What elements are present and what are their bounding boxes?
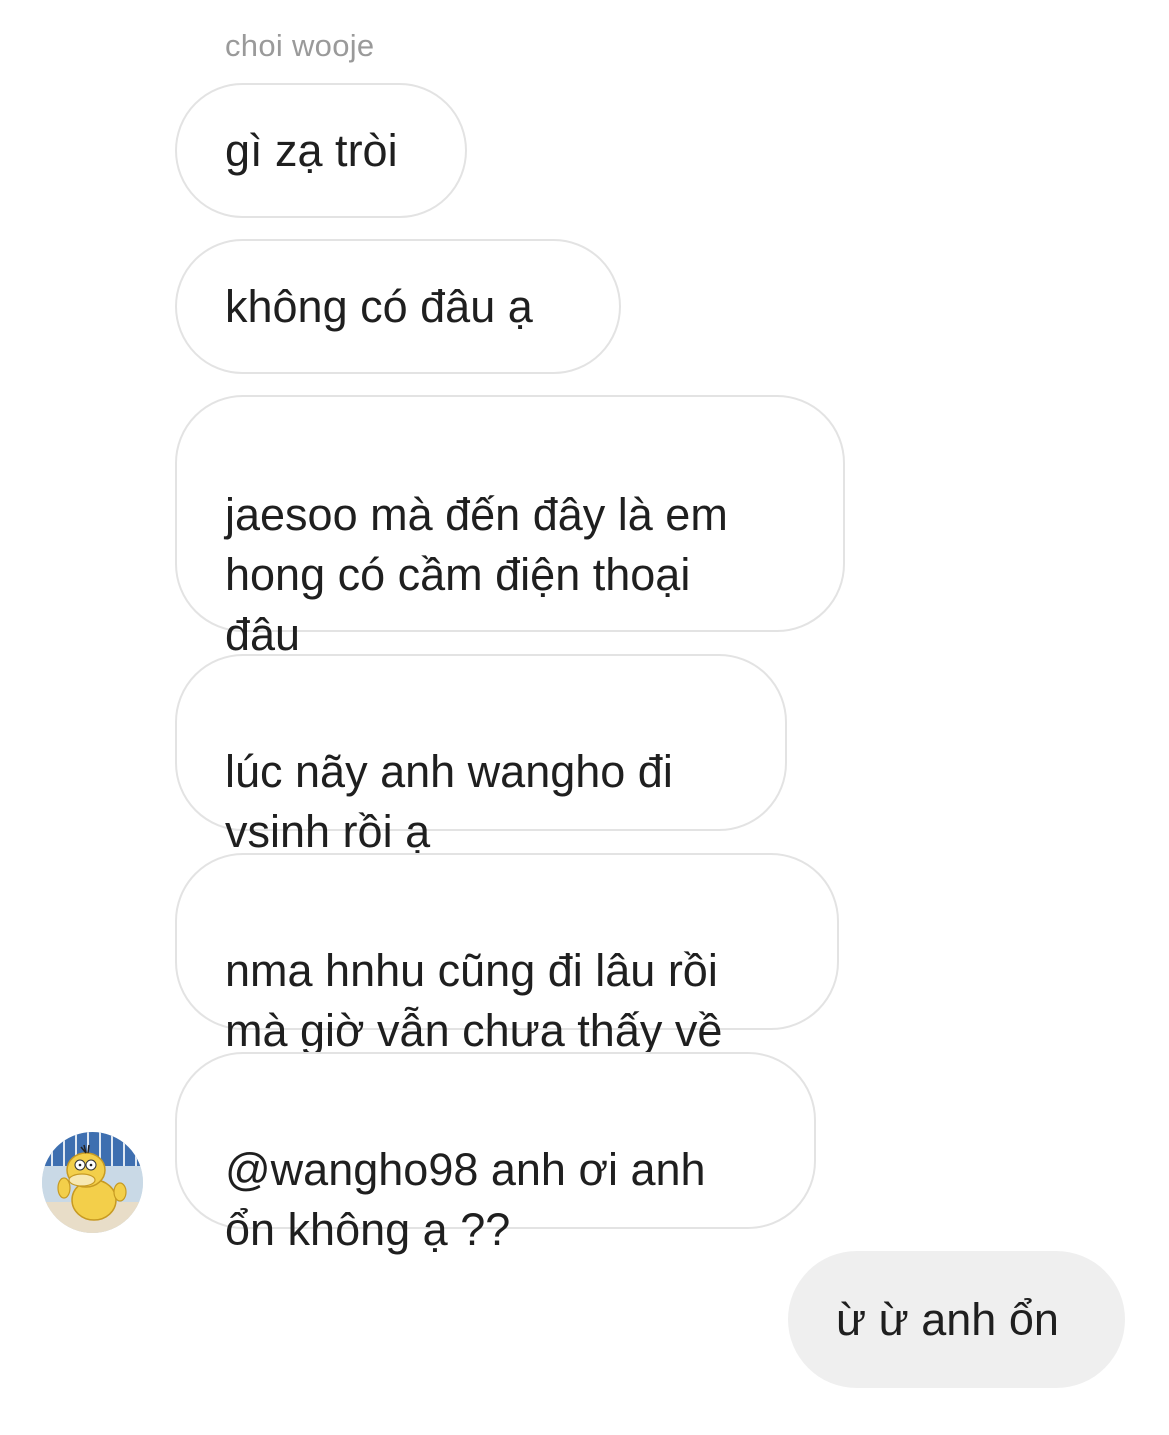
message-text: gì zạ tròi (225, 124, 398, 176)
message-text: không có đâu ạ (225, 280, 533, 332)
message-text: @wangho98 anh ơi anh ổn không ạ ?? (225, 1144, 706, 1255)
incoming-message-bubble[interactable]: nma hnhu cũng đi lâu rồi mà giờ vẫn chưa… (175, 853, 839, 1056)
incoming-message-bubble[interactable]: jaesoo mà đến đây là em hong có cầm điện… (175, 395, 845, 660)
sender-name: choi wooje (225, 28, 375, 63)
incoming-message-bubble[interactable]: không có đâu ạ (175, 239, 621, 374)
message-text: ừ ừ anh ổn (836, 1293, 1059, 1345)
outgoing-message-bubble[interactable]: ừ ừ anh ổn (788, 1251, 1125, 1388)
sender-avatar[interactable] (42, 1132, 143, 1233)
message-text: lúc nãy anh wangho đi vsinh rồi ạ (225, 746, 673, 857)
incoming-message-bubble[interactable]: gì zạ tròi (175, 83, 467, 218)
message-text: nma hnhu cũng đi lâu rồi mà giờ vẫn chưa… (225, 945, 723, 1056)
incoming-message-bubble[interactable]: lúc nãy anh wangho đi vsinh rồi ạ (175, 654, 787, 857)
yellow-duck-avatar-icon (42, 1132, 143, 1233)
message-text: jaesoo mà đến đây là em hong có cầm điện… (225, 489, 728, 660)
incoming-message-bubble[interactable]: @wangho98 anh ơi anh ổn không ạ ?? (175, 1052, 816, 1255)
